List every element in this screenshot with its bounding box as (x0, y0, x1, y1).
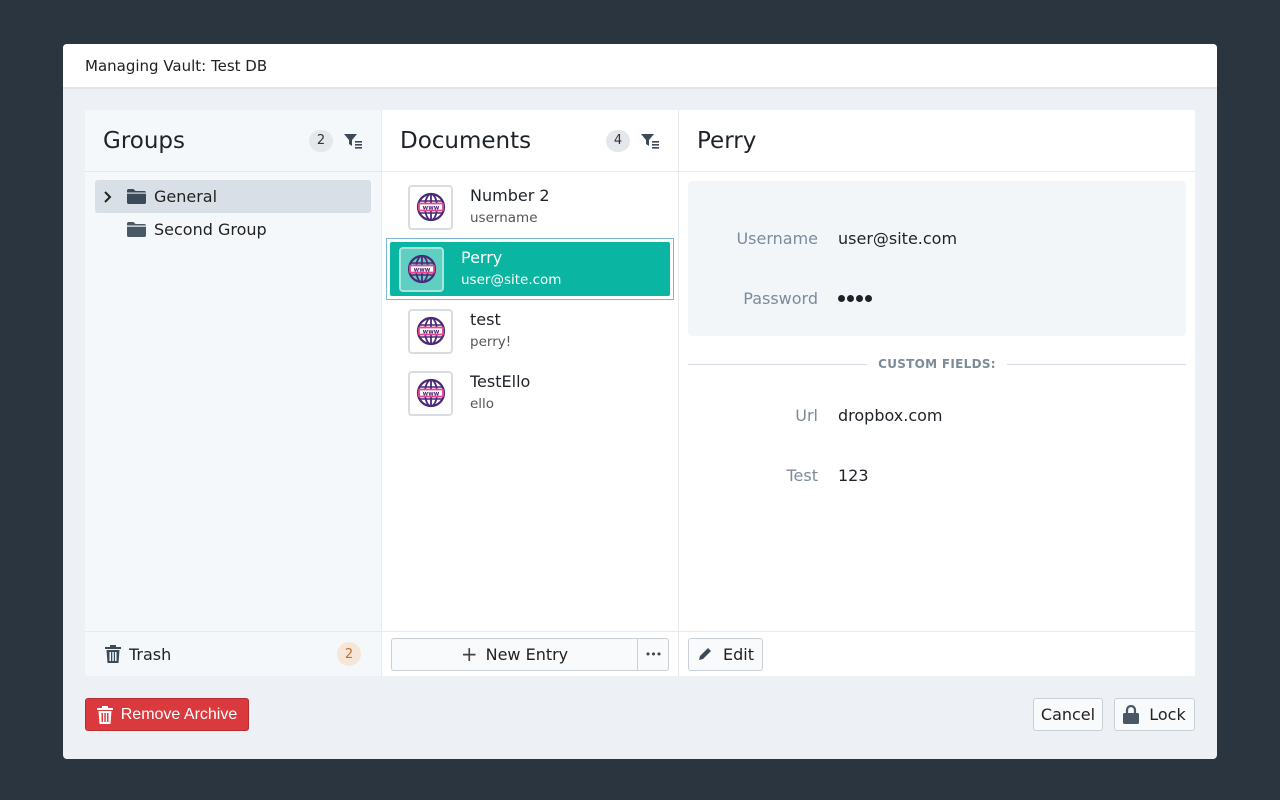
www-globe-icon: www (399, 246, 444, 292)
www-globe-icon: www (408, 308, 453, 354)
trash-icon (96, 705, 113, 724)
document-subtitle: perry! (470, 334, 512, 350)
documents-title: Documents (400, 127, 532, 154)
svg-text:www: www (422, 204, 439, 211)
cancel-label: Cancel (1040, 705, 1096, 724)
pencil-icon (697, 646, 713, 662)
document-text: Number 2 username (470, 185, 550, 229)
svg-text:www: www (422, 390, 439, 397)
groups-title: Groups (103, 127, 186, 154)
document-subtitle: ello (470, 396, 495, 412)
more-options-button[interactable]: ••• (637, 637, 669, 671)
group-item-second-group[interactable]: Second Group (95, 213, 371, 246)
field-password: Password (688, 268, 1186, 328)
document-item[interactable]: www Number 2 username (386, 176, 674, 238)
edit-button[interactable]: Edit (688, 637, 763, 671)
document-title: test (470, 310, 501, 329)
field-test: Test 123 (688, 445, 1186, 505)
field-label: Url (795, 405, 818, 425)
groups-count-badge: 2 (309, 129, 333, 152)
document-item-inner: www test perry! (399, 301, 661, 361)
filter-sort-icon[interactable] (640, 132, 660, 150)
custom-fields: Url dropbox.com Test 123 (688, 385, 1186, 505)
edit-label: Edit (723, 644, 754, 664)
groups-pane: Groups 2 General Second Group Trash 2 (85, 110, 382, 676)
field-label: Username (736, 228, 818, 248)
cancel-button[interactable]: Cancel (1033, 698, 1103, 731)
dialog-title: Managing Vault: Test DB (85, 56, 268, 75)
document-subtitle: username (470, 210, 538, 226)
entry-title: Perry (697, 127, 757, 154)
field-url: Url dropbox.com (688, 385, 1186, 445)
plus-icon: + (460, 642, 478, 666)
trash-label: Trash (129, 644, 172, 664)
detail-pane: Perry Username user@site.com Password CU… (679, 110, 1195, 676)
remove-archive-label: Remove Archive (120, 705, 238, 723)
field-label: Test (786, 465, 818, 485)
detail-header: Perry (679, 110, 1195, 172)
field-label: Password (743, 288, 818, 308)
new-entry-button[interactable]: + New Entry (391, 637, 638, 671)
document-item-inner: www TestEllo ello (399, 363, 661, 423)
document-title: Perry (461, 248, 503, 267)
folder-icon (127, 189, 146, 204)
field-username: Username user@site.com (688, 208, 1186, 268)
custom-fields-divider: CUSTOM FIELDS: (688, 357, 1186, 371)
document-item[interactable]: www Perry user@site.com (386, 238, 674, 300)
vault-dialog: Managing Vault: Test DB Groups 2 General… (63, 44, 1217, 759)
svg-text:www: www (422, 328, 439, 335)
documents-pane: Documents 4 www Number 2 username www Perry u… (382, 110, 679, 676)
document-item[interactable]: www TestEllo ello (386, 362, 674, 424)
detail-footer: Edit (679, 631, 1195, 676)
folder-icon (127, 222, 146, 237)
panes: Groups 2 General Second Group Trash 2 Do… (85, 110, 1195, 676)
document-item-inner: www Number 2 username (399, 177, 661, 237)
username-value[interactable]: user@site.com (838, 229, 957, 248)
document-item[interactable]: www test perry! (386, 300, 674, 362)
test-value[interactable]: 123 (838, 466, 869, 485)
group-item-general[interactable]: General (95, 180, 371, 213)
remove-archive-button[interactable]: Remove Archive (85, 698, 249, 731)
credentials-card: Username user@site.com Password (688, 181, 1186, 336)
document-text: test perry! (470, 309, 511, 353)
documents-footer: + New Entry ••• (382, 631, 678, 676)
ellipsis-icon: ••• (644, 647, 662, 661)
trash-row[interactable]: Trash 2 (85, 631, 381, 676)
trash-icon (105, 645, 121, 663)
document-title: Number 2 (470, 186, 550, 205)
documents-header: Documents 4 (382, 110, 678, 172)
new-entry-group: + New Entry ••• (391, 637, 669, 671)
password-value[interactable] (838, 294, 872, 302)
document-text: TestEllo ello (470, 371, 530, 415)
url-value[interactable]: dropbox.com (838, 406, 943, 425)
group-label: General (154, 187, 218, 206)
dialog-header: Managing Vault: Test DB (63, 44, 1217, 89)
group-list: General Second Group (85, 172, 381, 254)
www-globe-icon: www (408, 184, 453, 230)
lock-button[interactable]: Lock (1114, 698, 1195, 731)
group-label: Second Group (154, 220, 267, 239)
lock-label: Lock (1149, 705, 1186, 724)
new-entry-label: New Entry (485, 644, 569, 664)
filter-sort-icon[interactable] (343, 132, 363, 150)
groups-header: Groups 2 (85, 110, 381, 172)
document-item-inner: www Perry user@site.com (390, 242, 670, 296)
document-text: Perry user@site.com (461, 247, 561, 291)
custom-fields-heading: CUSTOM FIELDS: (878, 357, 996, 371)
svg-text:www: www (413, 266, 430, 273)
www-globe-icon: www (408, 370, 453, 416)
trash-count-badge: 2 (337, 642, 361, 666)
document-title: TestEllo (470, 372, 531, 391)
documents-count-badge: 4 (606, 129, 630, 152)
lock-icon (1123, 705, 1140, 724)
chevron-right-icon[interactable] (103, 190, 119, 204)
document-subtitle: user@site.com (461, 272, 562, 288)
document-list: www Number 2 username www Perry user@site.com… (382, 172, 678, 428)
